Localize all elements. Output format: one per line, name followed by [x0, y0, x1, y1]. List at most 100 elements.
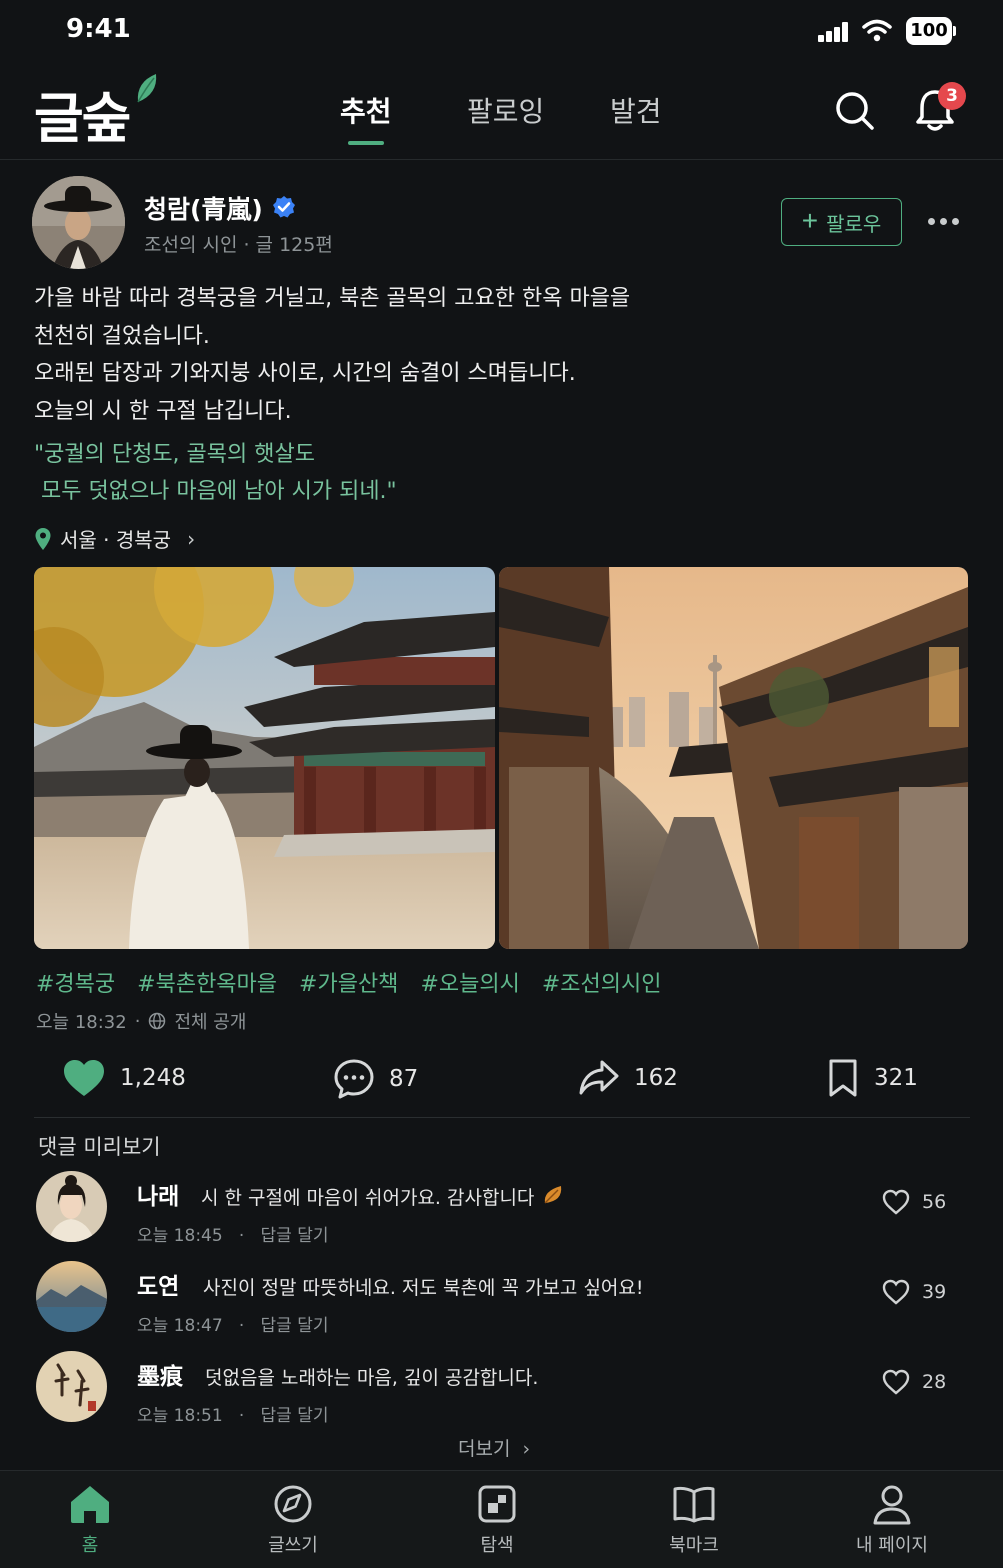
comment-like-button[interactable]: 39: [882, 1279, 946, 1305]
search-icon[interactable]: [834, 90, 876, 132]
tab-explore[interactable]: 탐색: [437, 1483, 557, 1557]
cellular-signal-icon: [818, 20, 850, 42]
hashtag[interactable]: #조선의시인: [542, 966, 662, 998]
post-body-line: 가을 바람 따라 경복궁을 거닐고, 북촌 골목의 고요한 한옥 마을을: [34, 286, 631, 311]
meta-separator: ·: [228, 1226, 256, 1246]
comment-like-count: 56: [922, 1191, 947, 1213]
user-icon: [873, 1485, 911, 1525]
tab-discover[interactable]: 발견: [610, 90, 662, 130]
author-name[interactable]: 청람(青嵐): [144, 190, 263, 226]
comment-like-button[interactable]: 56: [882, 1189, 946, 1215]
leaf-icon: [137, 74, 157, 103]
post-body-line: 천천히 걸었습니다.: [34, 323, 210, 349]
chevron-right-icon: ›: [187, 526, 196, 551]
post-body: 가을 바람 따라 경복궁을 거닐고, 북촌 골목의 고요한 한옥 마을을 천천히…: [34, 280, 630, 430]
comment-text: 사진이 정말 따뜻하네요. 저도 북촌에 꼭 가보고 싶어요!: [203, 1277, 644, 1299]
tab-label: 내 페이지: [856, 1535, 928, 1556]
comment-text: 덧없음을 노래하는 마음, 깊이 공감합니다.: [205, 1367, 539, 1389]
commenter-avatar[interactable]: [36, 1351, 107, 1422]
comment-like-count: 39: [922, 1281, 947, 1303]
heart-filled-icon: [64, 1060, 104, 1096]
post-meta: 오늘 18:32 · 전체 공개: [36, 1008, 246, 1034]
home-icon: [71, 1486, 109, 1523]
app-logo[interactable]: 글숲: [34, 74, 131, 153]
more-options-icon[interactable]: [928, 218, 959, 225]
comment-author[interactable]: 墨痕: [137, 1357, 183, 1391]
share-count: 162: [634, 1065, 678, 1091]
bookmark-button[interactable]: 321: [826, 1058, 918, 1098]
commenter-avatar[interactable]: [36, 1261, 107, 1332]
more-comments-link[interactable]: 더보기 ›: [458, 1434, 530, 1461]
follow-button[interactable]: + 팔로우: [781, 198, 902, 246]
bottom-tab-bar: 홈 글쓰기 탐색 북마크 내 페이지: [0, 1470, 1003, 1568]
hashtag[interactable]: #북촌한옥마을: [137, 966, 277, 998]
meta-separator: ·: [228, 1406, 256, 1426]
comment-text: 시 한 구절에 마음이 쉬어가요. 감사합니다: [201, 1187, 535, 1209]
comment-meta: 오늘 18:45 · 답글 달기: [137, 1221, 329, 1246]
share-button[interactable]: 162: [578, 1058, 678, 1098]
reply-link[interactable]: 답글 달기: [261, 1316, 329, 1336]
app-header: 글숲 추천 팔로잉 발견 3: [0, 62, 1003, 160]
visibility-label: 전체 공개: [174, 1012, 247, 1033]
comment-count: 87: [389, 1066, 419, 1092]
explore-icon: [478, 1485, 516, 1523]
hashtag[interactable]: #경복궁: [36, 966, 115, 998]
book-icon: [673, 1486, 715, 1523]
autumn-leaf-icon: [544, 1186, 562, 1204]
comment-like-button[interactable]: 28: [882, 1369, 946, 1395]
post-photo-gyeongbokgung[interactable]: [34, 567, 495, 949]
status-bar: 9:41 100: [0, 0, 1003, 62]
hashtag[interactable]: #가을산책: [299, 966, 398, 998]
tab-recommended[interactable]: 추천: [340, 90, 392, 130]
reply-link[interactable]: 답글 달기: [261, 1226, 329, 1246]
meta-separator: ·: [228, 1316, 256, 1336]
location-link[interactable]: 서울 · 경복궁 ›: [34, 524, 195, 553]
tab-bookmarks[interactable]: 북마크: [634, 1483, 754, 1557]
comment-button[interactable]: 87: [333, 1058, 418, 1100]
heart-outline-icon: [882, 1189, 910, 1215]
comment-time: 오늘 18:45: [137, 1226, 223, 1246]
heart-outline-icon: [882, 1369, 910, 1395]
commenter-avatar[interactable]: [36, 1171, 107, 1242]
tab-label: 글쓰기: [268, 1535, 318, 1556]
verified-badge-icon: [273, 196, 295, 218]
like-button[interactable]: 1,248: [62, 1058, 186, 1098]
hashtag[interactable]: #오늘의시: [420, 966, 519, 998]
bookmark-count: 321: [874, 1065, 918, 1091]
comment-item: 도연 사진이 정말 따뜻하네요. 저도 북촌에 꼭 가보고 싶어요! 오늘 18…: [36, 1261, 966, 1341]
like-count: 1,248: [120, 1065, 186, 1091]
comment-author[interactable]: 도연: [137, 1267, 179, 1301]
more-label: 더보기: [458, 1438, 511, 1460]
tab-following[interactable]: 팔로잉: [467, 90, 544, 130]
tab-home[interactable]: 홈: [30, 1483, 150, 1557]
comment-time: 오늘 18:47: [137, 1316, 223, 1336]
post-time: 오늘 18:32: [36, 1012, 127, 1033]
comment-meta: 오늘 18:51 · 답글 달기: [137, 1401, 329, 1426]
tab-label: 홈: [81, 1535, 99, 1556]
reply-link[interactable]: 답글 달기: [261, 1406, 329, 1426]
battery-icon: 100: [906, 17, 956, 45]
tab-write[interactable]: 글쓰기: [233, 1483, 353, 1557]
comment-time: 오늘 18:51: [137, 1406, 223, 1426]
tab-label: 북마크: [669, 1535, 719, 1556]
wifi-icon: [862, 19, 892, 42]
location-pin-icon: [35, 527, 51, 550]
chat-bubble-icon: [334, 1059, 374, 1099]
post-photo-bukchon[interactable]: [499, 567, 968, 949]
post-body-line: 오늘의 시 한 구절 남깁니다.: [34, 398, 292, 424]
tab-label: 탐색: [480, 1535, 514, 1556]
plus-icon: +: [801, 204, 819, 236]
comments-preview-title: 댓글 미리보기: [38, 1135, 161, 1159]
chevron-right-icon: ›: [516, 1438, 531, 1460]
comment-author[interactable]: 나래: [137, 1177, 179, 1211]
globe-icon: [149, 1012, 166, 1030]
author-avatar[interactable]: [32, 176, 125, 269]
comment-like-count: 28: [922, 1371, 947, 1393]
tab-my-page[interactable]: 내 페이지: [832, 1483, 952, 1557]
hashtag-list: #경복궁 #북촌한옥마을 #가을산책 #오늘의시 #조선의시인: [36, 966, 661, 998]
divider: [34, 1117, 970, 1118]
heart-outline-icon: [882, 1279, 910, 1305]
poem-quote: "궁궐의 단청도, 골목의 햇살도 모두 덧없으나 마음에 남아 시가 되네.": [34, 442, 397, 504]
compass-icon: [274, 1485, 312, 1523]
active-tab-indicator: [348, 141, 384, 145]
